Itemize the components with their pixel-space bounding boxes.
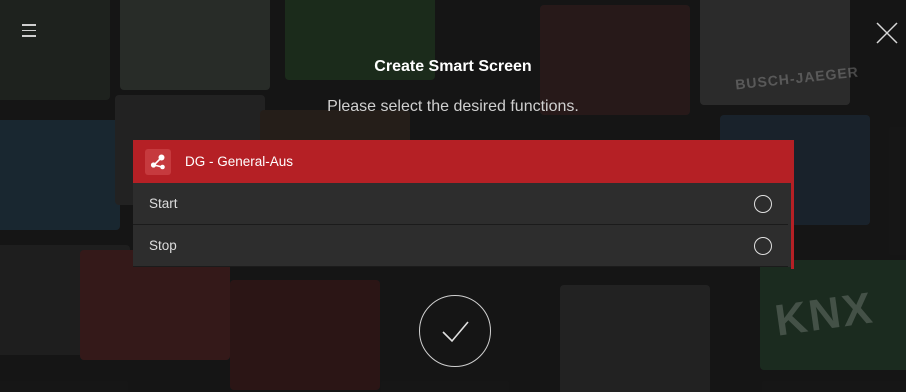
function-label: Start xyxy=(149,196,178,211)
menu-line xyxy=(22,24,36,26)
page-subtitle: Please select the desired functions. xyxy=(327,98,579,115)
function-list: Start Stop xyxy=(133,183,794,269)
checkmark-icon xyxy=(442,321,469,343)
function-label: Stop xyxy=(149,238,177,253)
menu-line xyxy=(22,35,36,37)
page-title: Create Smart Screen xyxy=(374,58,532,75)
share-scene-icon xyxy=(145,148,171,175)
confirm-button[interactable] xyxy=(419,295,491,367)
close-icon[interactable] xyxy=(873,19,901,47)
hamburger-menu-icon[interactable] xyxy=(22,24,36,41)
function-row-start[interactable]: Start xyxy=(133,183,788,225)
function-row-stop[interactable]: Stop xyxy=(133,225,788,267)
radio-button[interactable] xyxy=(754,194,772,213)
function-selection-panel: DG - General-Aus Start Stop xyxy=(133,140,794,269)
function-group-label: DG - General-Aus xyxy=(185,154,294,169)
function-group-header[interactable]: DG - General-Aus xyxy=(133,140,794,183)
menu-line xyxy=(22,29,36,31)
scrollbar[interactable] xyxy=(791,183,794,269)
radio-button[interactable] xyxy=(754,236,772,255)
